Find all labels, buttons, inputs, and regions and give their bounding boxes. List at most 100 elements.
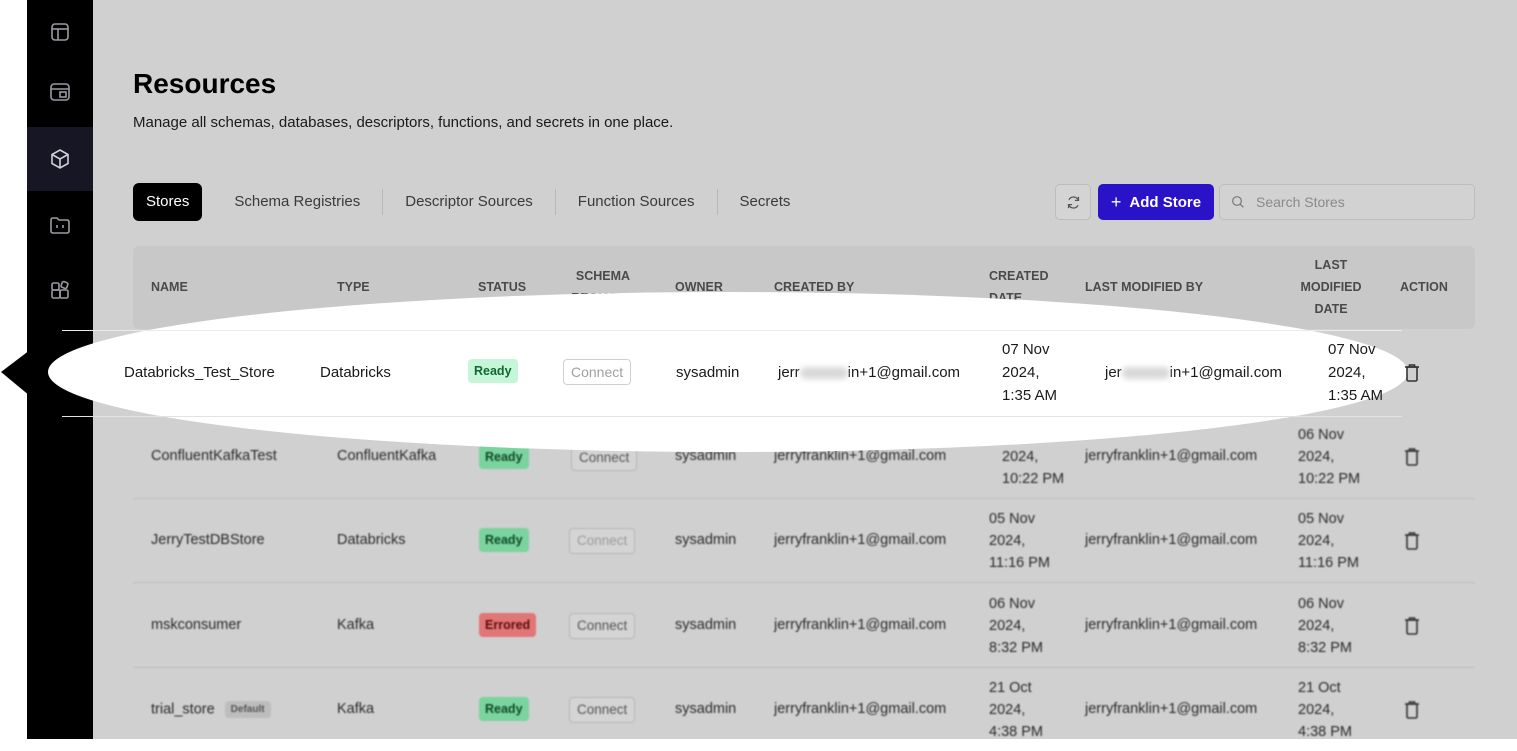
connect-button[interactable]: Connect: [569, 613, 636, 639]
date-line: 10:22 PM: [1298, 471, 1361, 487]
date-line: 4:38 PM: [989, 724, 1043, 740]
resource-tabs: Stores Schema Registries Descriptor Sour…: [133, 183, 812, 221]
sidebar-item-folders[interactable]: [27, 193, 93, 257]
created-date: 07 Nov 2024, 1:35 AM: [1002, 338, 1057, 407]
created-date: 06 Nov 2024, 10:22 PM: [1002, 424, 1064, 490]
layout-icon: [51, 23, 69, 41]
tab-stores[interactable]: Stores: [133, 183, 203, 221]
created-by: jerryfranklin+1@gmail.com: [774, 617, 947, 633]
column-header-type[interactable]: TYPE: [337, 276, 370, 298]
delete-button[interactable]: [1404, 701, 1420, 719]
date-line: 2024,: [989, 533, 1026, 549]
header-line: CREATED: [989, 269, 1049, 283]
created-by: jerryfranklin+1@gmail.com: [774, 532, 947, 548]
date-line: 21 Oct: [1298, 680, 1341, 696]
connect-button[interactable]: Connect: [563, 359, 632, 385]
owner: sysadmin: [675, 617, 737, 633]
delete-button[interactable]: [1404, 532, 1420, 550]
store-name[interactable]: ConfluentKafkaTest: [151, 448, 277, 464]
connect-button[interactable]: Connect: [569, 697, 636, 723]
page-title: Resources: [133, 68, 277, 99]
table-row[interactable]: trial_store Default Kafka Ready Connect s…: [133, 667, 1475, 751]
email-visible-part: jer: [1105, 364, 1122, 381]
date-line: 06 Nov: [989, 596, 1035, 612]
modified-date: 06 Nov 2024, 10:22 PM: [1298, 424, 1360, 490]
cube-icon: [51, 149, 69, 169]
status-badge: Ready: [468, 359, 518, 383]
date-line: 07 Nov: [1328, 341, 1376, 358]
email-visible-part: in+1@gmail.com: [847, 364, 961, 381]
column-header-status[interactable]: STATUS: [478, 276, 526, 298]
date-line: 2024,: [1298, 449, 1335, 465]
add-store-button[interactable]: + Add Store: [1098, 184, 1214, 220]
refresh-button[interactable]: [1055, 184, 1091, 220]
date-line: 4:38 PM: [1298, 724, 1352, 740]
search-input[interactable]: [1254, 193, 1458, 211]
header-line: REGISTRY: [571, 291, 635, 305]
column-header-last-modified-by[interactable]: LAST MODIFIED BY: [1085, 276, 1203, 298]
tab-function-sources[interactable]: Function Sources: [556, 183, 717, 221]
modified-by: jerryfranklin+1@gmail.com: [1085, 617, 1258, 633]
sidebar-item-tables[interactable]: [27, 60, 93, 124]
status-badge: Errored: [479, 613, 537, 637]
blocks-icon: [51, 280, 69, 299]
delete-button[interactable]: [1404, 364, 1420, 382]
column-header-schema-registry[interactable]: SCHEMA REGISTRY: [563, 265, 643, 309]
sidebar-item-integrations[interactable]: [27, 259, 93, 323]
modified-date: 21 Oct 2024, 4:38 PM: [1298, 677, 1352, 743]
modified-by: jerryfranklin+1@gmail.com: [1085, 532, 1258, 548]
owner: sysadmin: [675, 532, 737, 548]
connect-button[interactable]: Connect: [571, 445, 638, 471]
date-line: 05 Nov: [989, 511, 1035, 527]
sidebar-item-resources[interactable]: [27, 127, 93, 191]
trash-icon: [1405, 617, 1419, 635]
column-header-action[interactable]: ACTION: [1400, 276, 1448, 298]
table-header: NAME TYPE STATUS SCHEMA REGISTRY OWNER C…: [133, 246, 1475, 329]
owner: sysadmin: [676, 364, 740, 381]
column-header-last-modified-date[interactable]: LAST MODIFIED DATE: [1291, 254, 1371, 320]
date-line: 2024,: [1298, 702, 1335, 718]
highlighted-table-row[interactable]: Databricks_Test_Store Databricks Ready C…: [0, 330, 1517, 417]
date-line: 2024,: [989, 618, 1026, 634]
table-row[interactable]: ConfluentKafkaTest ConfluentKafka Ready …: [133, 414, 1475, 499]
created-by: jerryfranklin+1@gmail.com: [774, 448, 947, 464]
redaction-blur: [1121, 367, 1170, 380]
delete-button[interactable]: [1404, 448, 1420, 466]
status-badge: Ready: [479, 528, 529, 552]
modified-by: jerryfranklin+1@gmail.com: [1085, 448, 1258, 464]
delete-button[interactable]: [1404, 617, 1420, 635]
date-line: 1:35 AM: [1328, 387, 1384, 404]
date-line: 2024,: [1002, 449, 1039, 465]
tab-secrets[interactable]: Secrets: [718, 183, 813, 221]
tab-schema-registries[interactable]: Schema Registries: [212, 183, 382, 221]
column-header-created-by[interactable]: CREATED BY: [774, 276, 854, 298]
store-type: Databricks: [337, 532, 406, 548]
store-name[interactable]: Databricks_Test_Store: [124, 364, 275, 381]
row-divider: [62, 330, 1402, 331]
sidebar-item-layout[interactable]: [27, 0, 93, 64]
trash-icon: [1405, 701, 1419, 719]
header-line: MODIFIED: [1300, 280, 1362, 294]
header-line: LAST: [1314, 258, 1348, 272]
refresh-icon: [1067, 195, 1079, 209]
search-field[interactable]: [1219, 184, 1475, 220]
table-row[interactable]: mskconsumer Kafka Errored Connect sysadm…: [133, 583, 1475, 668]
modified-date: 06 Nov 2024, 8:32 PM: [1298, 593, 1352, 659]
store-name[interactable]: trial_store Default: [151, 701, 271, 718]
status-badge: Ready: [479, 445, 529, 469]
page-subtitle: Manage all schemas, databases, descripto…: [133, 114, 674, 131]
trash-icon: [1405, 532, 1419, 550]
column-header-created-date[interactable]: CREATED DATE: [989, 265, 1049, 309]
header-line: DATE: [1314, 302, 1348, 316]
default-badge: Default: [224, 701, 271, 718]
table-row[interactable]: JerryTestDBStore Databricks Ready Connec…: [133, 498, 1475, 583]
connect-button[interactable]: Connect: [569, 528, 636, 554]
tab-descriptor-sources[interactable]: Descriptor Sources: [383, 183, 555, 221]
plus-icon: +: [1110, 191, 1122, 212]
store-name[interactable]: mskconsumer: [151, 617, 241, 633]
store-type: Kafka: [337, 617, 375, 633]
column-header-owner[interactable]: OWNER: [675, 276, 723, 298]
column-header-name[interactable]: NAME: [151, 276, 188, 298]
store-name[interactable]: JerryTestDBStore: [151, 532, 265, 548]
created-by: jerryfranklin+1@gmail.com: [774, 701, 947, 717]
